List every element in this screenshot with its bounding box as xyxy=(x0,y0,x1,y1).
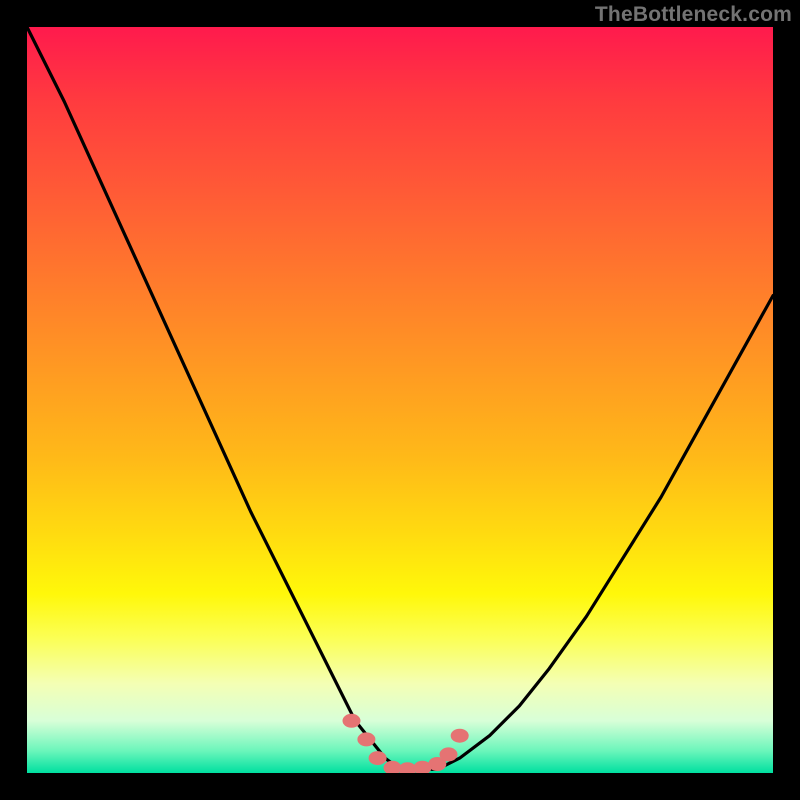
curve-marker xyxy=(440,747,458,761)
curve-line xyxy=(27,27,773,769)
curve-marker xyxy=(369,751,387,765)
curve-marker xyxy=(384,761,402,773)
chart-frame: TheBottleneck.com xyxy=(0,0,800,800)
curve-marker xyxy=(357,732,375,746)
plot-area xyxy=(27,27,773,773)
curve-marker xyxy=(451,729,469,743)
curve-marker xyxy=(343,714,361,728)
watermark-text: TheBottleneck.com xyxy=(595,3,792,27)
bottleneck-curve xyxy=(27,27,773,773)
